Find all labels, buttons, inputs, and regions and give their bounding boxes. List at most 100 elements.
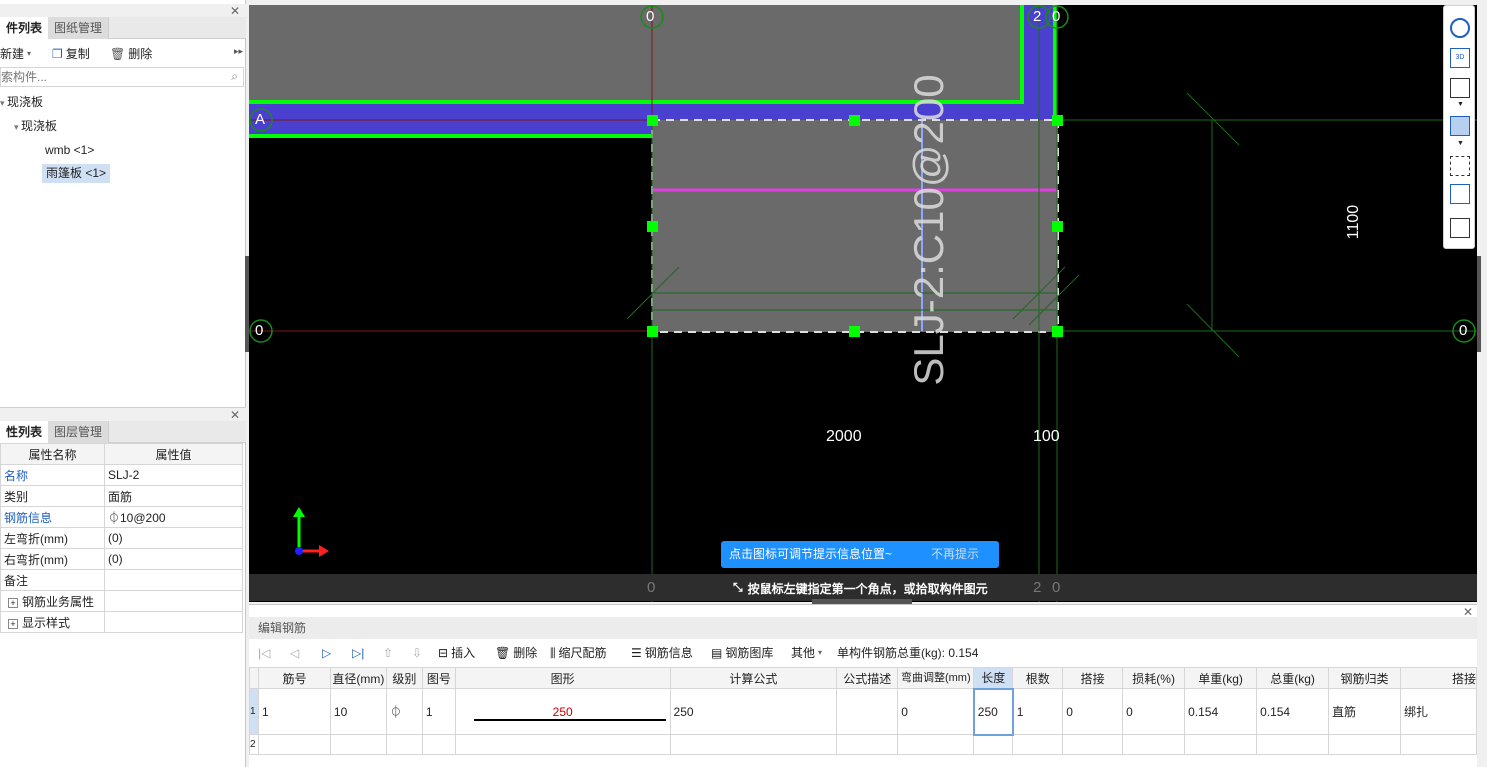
library-icon: ▤ (711, 646, 723, 660)
right-splitter[interactable] (1477, 256, 1481, 352)
cell-formula[interactable]: 250 (669, 688, 838, 735)
settings-list-icon[interactable] (1450, 218, 1470, 238)
other-menu[interactable]: 其他 ▾ (791, 643, 822, 663)
axis-label-left-0: 0 (255, 322, 264, 339)
col-header: 总重(kg) (1256, 667, 1330, 689)
dimension-2000: 2000 (826, 428, 862, 445)
delete-button[interactable]: 🗑 删除 (110, 44, 152, 64)
axis-label-top-2: 2 (1033, 8, 1042, 25)
search-icon[interactable]: ⌕ (231, 69, 238, 84)
chevron-down-icon[interactable]: ▼ (1457, 101, 1464, 108)
chevron-down-icon[interactable]: ▼ (1457, 140, 1464, 147)
col-header: 计算公式 (669, 667, 838, 689)
cell-unit-weight[interactable]: 0.154 (1184, 688, 1258, 735)
table-row[interactable]: 钢筋信息 ⏀10@200 (0, 506, 243, 528)
copy-button[interactable]: ❐ 复制 (52, 44, 90, 64)
cell-count[interactable]: 1 (1012, 688, 1064, 735)
tree-item-wmb[interactable]: wmb <1> (45, 141, 94, 159)
display-icon[interactable] (1450, 184, 1470, 204)
tree-node-root[interactable]: ▾ 现浇板 (0, 93, 43, 111)
insert-button[interactable]: ⊟ 插入 (438, 643, 475, 663)
cell-grade[interactable]: ⏀ (385, 688, 423, 735)
axis-label-right-0: 0 (1459, 322, 1468, 339)
chevron-down-icon: ▾ (818, 648, 823, 657)
col-header: 属性名称 (0, 443, 105, 465)
search-input[interactable] (1, 68, 216, 86)
tree-item-canopy[interactable]: 雨篷板 <1> (42, 164, 111, 183)
view-toolbar: 3D ▼ ▼ (1443, 5, 1475, 249)
move-up-icon[interactable]: ⇧ (383, 643, 393, 663)
scale-rebar-button[interactable]: ⫼ 缩尺配筋 (550, 643, 607, 663)
cell-length[interactable]: 250 (972, 687, 1014, 736)
axis-label-top-0b: 0 (1052, 8, 1061, 25)
next-record-button[interactable]: ▷ (322, 643, 331, 663)
tip-text: 点击图标可调节提示信息位置~ (729, 547, 893, 561)
close-icon[interactable]: ✕ (230, 408, 240, 422)
table-row[interactable]: 2 (249, 734, 1478, 755)
prev-record-button[interactable]: ◁ (290, 643, 299, 663)
status-prompt: ⤡ 按鼠标左键指定第一个角点，或拾取构件图元 (733, 580, 988, 597)
tab-layer-management[interactable]: 图层管理 (48, 421, 110, 443)
cell-bar-no[interactable]: 1 (257, 688, 331, 735)
scale-icon: ⫼ (550, 646, 556, 660)
col-header: 钢筋归类 (1328, 667, 1401, 689)
new-button[interactable]: 新建 ▾ (0, 44, 31, 64)
tree-node-slab[interactable]: ▾ 现浇板 (14, 117, 57, 135)
table-row[interactable]: + 钢筋业务属性 (0, 590, 243, 612)
tab-property-list[interactable]: 性列表 (0, 421, 50, 443)
cell-shape-no[interactable]: 1 (421, 688, 456, 735)
tip-dismiss-link[interactable]: 不再提示 (931, 541, 979, 568)
fullscreen-icon[interactable] (1450, 156, 1470, 176)
expand-icon[interactable]: + (8, 618, 18, 629)
table-row[interactable]: 左弯折(mm) (0) (0, 527, 243, 549)
tab-drawing-management[interactable]: 图纸管理 (48, 17, 110, 39)
table-row[interactable]: 右弯折(mm) (0) (0, 548, 243, 570)
last-record-button[interactable]: ▷| (352, 643, 364, 663)
cube-view-icon[interactable] (1450, 78, 1470, 98)
table-row[interactable]: 备注 (0, 569, 243, 591)
cell-formula-desc[interactable] (836, 688, 899, 735)
col-header: 图号 (421, 667, 456, 689)
editor-title: 编辑钢筋 (249, 617, 1477, 639)
first-record-button[interactable]: |◁ (258, 643, 270, 663)
cell-lap-type[interactable]: 绑扎 (1399, 688, 1478, 735)
tip-bubble: 点击图标可调节提示信息位置~ 不再提示 (721, 541, 999, 568)
move-down-icon[interactable]: ⇩ (412, 643, 422, 663)
table-row[interactable]: 1 1 10 ⏀ 1 250 250 0 250 1 0 0 0.154 0.1… (249, 687, 1478, 736)
orbit-icon[interactable] (1450, 18, 1470, 38)
3d-view-icon[interactable]: 3D (1450, 48, 1470, 68)
expand-icon[interactable]: + (8, 597, 18, 608)
more-icon[interactable]: ▸▸ (234, 46, 243, 57)
cell-bend-adjust[interactable]: 0 (897, 688, 975, 735)
cell-category[interactable]: 直筋 (1328, 688, 1401, 735)
component-search[interactable]: ⌕ (0, 67, 244, 87)
col-header: 损耗(%) (1122, 667, 1186, 689)
rebar-info-button[interactable]: ☰ 钢筋信息 (631, 643, 693, 663)
box-view-icon[interactable] (1450, 116, 1470, 136)
rebar-editor: ✕ 编辑钢筋 |◁ ◁ ▷ ▷| ⇧ ⇩ ⊟ 插入 🗑 删除 ⫼ 缩尺配筋 ☰ 钢筋信息… (249, 604, 1478, 767)
axis-label-bottom-2: 2 (1033, 579, 1042, 596)
drawing-canvas[interactable]: 0 2 0 A 0 0 SLJ-2:C10@200 2000 100 1100 … (249, 5, 1477, 602)
table-row[interactable]: 名称 SLJ-2 (0, 464, 243, 486)
rebar-library-button[interactable]: ▤ 钢筋图库 (711, 643, 773, 663)
dimension-1100: 1100 (1345, 204, 1363, 240)
cell-lap[interactable]: 0 (1062, 688, 1124, 735)
copy-icon: ❐ (52, 47, 63, 61)
cell-total-weight[interactable]: 0.154 (1256, 688, 1330, 735)
tab-component-list[interactable]: 件列表 (0, 17, 50, 39)
table-row[interactable]: 类别 面筋 (0, 485, 243, 507)
col-header: 搭接 (1062, 667, 1124, 689)
col-header: 搭接 (1399, 667, 1478, 689)
shrink-icon[interactable]: ⤡ (733, 580, 743, 597)
cell-diameter[interactable]: 10 (329, 688, 387, 735)
delete-row-button[interactable]: 🗑 删除 (495, 643, 537, 663)
table-row[interactable]: + 显示样式 (0, 611, 243, 633)
left-splitter[interactable] (245, 256, 249, 352)
col-header: 级别 (385, 667, 423, 689)
trash-icon: 🗑 (495, 646, 511, 660)
cell-shape[interactable]: 250 (454, 688, 671, 735)
axis-label-bottom-0b: 0 (1052, 579, 1061, 596)
ucs-icon (293, 507, 329, 557)
cell-loss[interactable]: 0 (1122, 688, 1186, 735)
close-icon[interactable]: ✕ (230, 4, 240, 18)
